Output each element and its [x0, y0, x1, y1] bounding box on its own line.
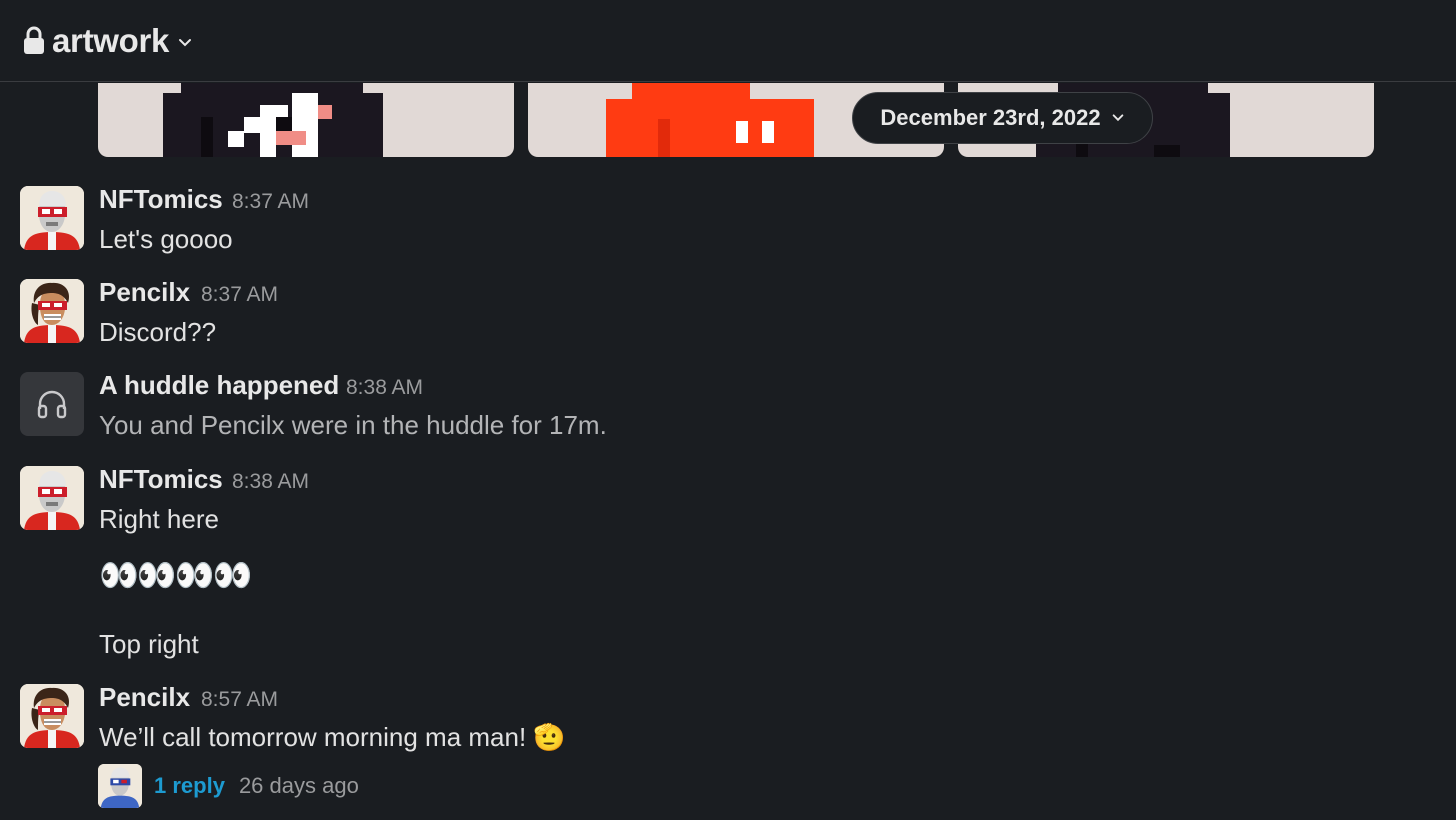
- emoji-message: 👀👀👀👀: [99, 557, 252, 593]
- image-attachments: [98, 83, 1374, 157]
- chevron-down-icon: [1112, 114, 1123, 122]
- huddle-title: A huddle happened: [99, 370, 340, 400]
- pixel-art-1: [163, 83, 383, 157]
- channel-name-button[interactable]: artwork: [22, 22, 193, 60]
- reply-count-link[interactable]: 1 reply: [154, 773, 225, 799]
- sender-name[interactable]: Pencilx: [99, 277, 190, 308]
- date-divider-label: December 23rd, 2022: [880, 105, 1101, 130]
- thread-replies[interactable]: 1 reply 26 days ago: [98, 764, 359, 808]
- chevron-down-icon: [179, 38, 192, 46]
- channel-title: artwork: [52, 21, 170, 59]
- message-timestamp[interactable]: 8:38 AM: [232, 470, 309, 494]
- avatar[interactable]: [20, 186, 84, 250]
- sender-name[interactable]: NFTomics: [99, 184, 223, 215]
- lock-icon: [24, 26, 44, 54]
- reply-avatar: [98, 764, 142, 808]
- sender-name[interactable]: NFTomics: [99, 464, 223, 495]
- message-text: Top right: [99, 629, 199, 659]
- artwork-image-1[interactable]: [98, 83, 514, 157]
- huddle-summary: You and Pencilx were in the huddle for 1…: [99, 410, 607, 440]
- avatar-image: [20, 186, 84, 250]
- message-text: Let's goooo: [99, 224, 233, 254]
- date-divider-button[interactable]: December 23rd, 2022: [852, 92, 1153, 144]
- avatar-image: [20, 466, 84, 530]
- avatar-image: [20, 279, 84, 343]
- sender-name[interactable]: Pencilx: [99, 682, 190, 713]
- avatar[interactable]: [20, 684, 84, 748]
- avatar[interactable]: [20, 279, 84, 343]
- huddle-icon-tile: [20, 372, 84, 436]
- message-text: Discord??: [99, 317, 217, 347]
- message-timestamp[interactable]: 8:57 AM: [201, 688, 278, 712]
- reply-avatar-image: [98, 764, 142, 808]
- message-timestamp[interactable]: 8:37 AM: [201, 283, 278, 307]
- last-reply-time: 26 days ago: [238, 773, 359, 798]
- message-text: We’ll call tomorrow morning ma man! 🫡: [99, 722, 566, 752]
- message-text: Right here: [99, 504, 219, 534]
- avatar[interactable]: [20, 466, 84, 530]
- message-timestamp[interactable]: 8:38 AM: [346, 376, 423, 400]
- message-timestamp[interactable]: 8:37 AM: [232, 190, 309, 214]
- channel-header: artwork: [0, 0, 1456, 82]
- avatar-image: [20, 684, 84, 748]
- headphones-icon: [37, 390, 67, 419]
